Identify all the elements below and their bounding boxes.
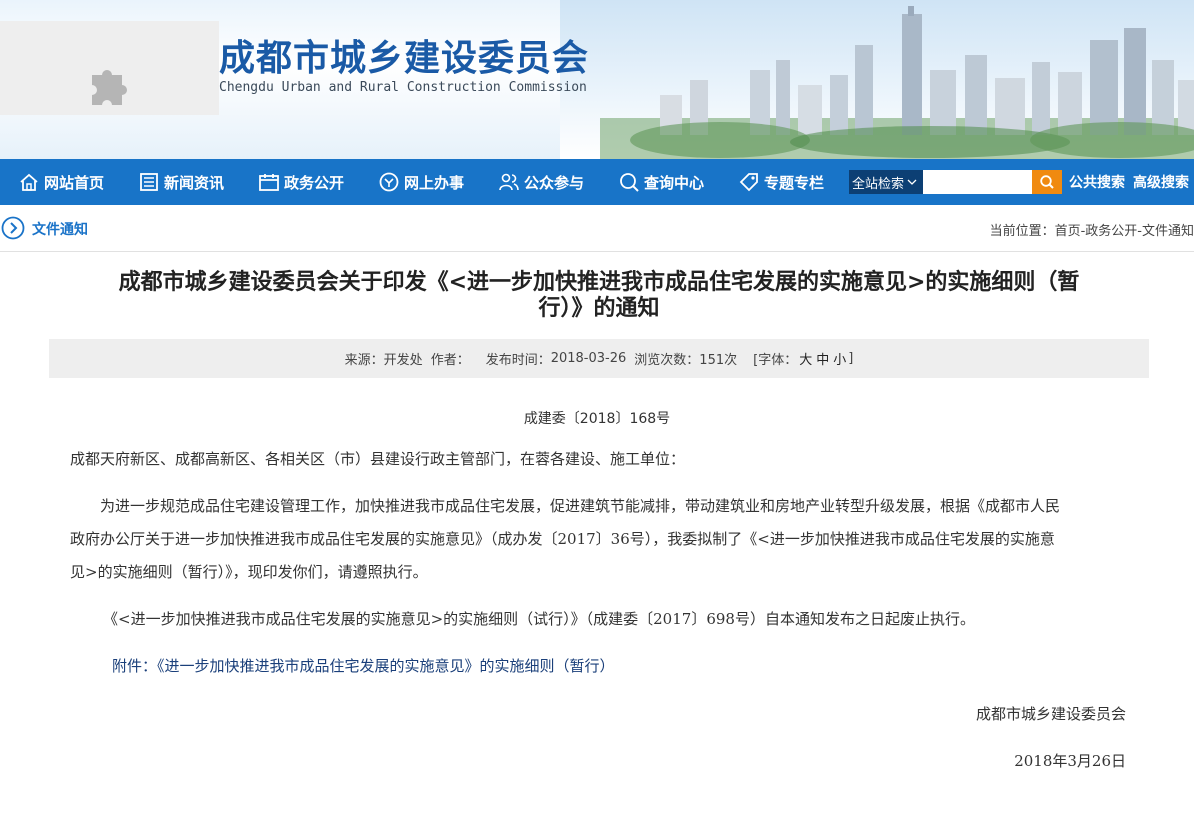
site-subtitle: Chengdu Urban and Rural Construction Com… (219, 80, 587, 95)
view-count: 151次 (699, 353, 738, 368)
search-icon (620, 173, 639, 192)
nav-item-home[interactable]: 网站首页 (18, 159, 104, 205)
body-paragraph: 为进一步规范成品住宅建设管理工作，加快推进我市成品住宅发展，促进建筑节能减排，带… (70, 490, 1128, 589)
signature-date: 2018年3月26日 (1014, 752, 1126, 770)
nav-item-query-center[interactable]: 查询中心 (618, 159, 704, 205)
nav-item-label: 专题专栏 (764, 173, 825, 192)
home-icon (20, 173, 38, 191)
body-paragraph: 《<进一步加快推进我市成品住宅发展的实施意见>的实施细则（试行）》（成建委〔20… (103, 610, 975, 628)
signature: 成都市城乡建设委员会 (975, 705, 1126, 723)
nav-item-label: 查询中心 (644, 173, 705, 192)
nav-item-label: 政务公开 (284, 173, 345, 192)
font-size-medium-button[interactable]: 中 (814, 349, 831, 368)
calendar-icon (259, 174, 279, 191)
search-icon (1040, 175, 1054, 189)
source-label: 来源： (344, 353, 384, 368)
nav-item-gov-affairs[interactable]: 政务公开 (258, 159, 344, 205)
views-label: 浏览次数： (634, 353, 700, 368)
people-icon (499, 173, 519, 191)
tag-icon (739, 173, 758, 192)
breadcrumb-prefix: 当前位置： (989, 224, 1055, 239)
article-title: 成都市城乡建设委员会关于印发《<进一步加快推进我市成品住宅发展的实施意见>的实施… (60, 270, 1138, 322)
paragraph-line: 见>的实施细则（暂行）》，现印发你们，请遵照执行。 (70, 563, 428, 581)
service-icon (379, 172, 399, 192)
site-title: 成都市城乡建设委员会 (219, 37, 590, 79)
author-label: 作者： (430, 353, 470, 368)
breadcrumb: 当前位置：首页-政务公开-文件通知 (990, 220, 1194, 239)
site-banner: 成都市城乡建设委员会 Chengdu Urban and Rural Const… (0, 0, 1194, 159)
logo-placeholder[interactable] (0, 21, 219, 115)
attachment-link[interactable]: 附件：《进一步加快推进我市成品住宅发展的实施意见》的实施细则（暂行） (112, 655, 615, 676)
font-size-small-button[interactable]: 小 (831, 349, 848, 368)
document-number: 成建委〔2018〕168号 (523, 411, 671, 427)
breadcrumb-notice-link[interactable]: -文件通知 (1137, 224, 1194, 239)
date-label: 发布时间： (485, 353, 551, 368)
paragraph-line: 为进一步规范成品住宅建设管理工作，加快推进我市成品住宅发展，促进建筑节能减排，带… (100, 497, 1061, 515)
breadcrumb-home-link[interactable]: 首页 (1055, 224, 1081, 239)
section-title: 文件通知 (32, 222, 88, 238)
article-title-line: 成都市城乡建设委员会关于印发《<进一步加快推进我市成品住宅发展的实施意见>的实施… (118, 270, 1080, 295)
salutation: 成都天府新区、成都高新区、各相关区（市）县建设行政主管部门，在蓉各建设、施工单位… (70, 450, 686, 468)
advanced-search-link[interactable]: 高级搜索 (1133, 159, 1189, 205)
source-value: 开发处 (383, 353, 423, 368)
nav-item-label: 网上办事 (404, 173, 465, 192)
nav-item-label: 公众参与 (524, 173, 585, 192)
article-meta: 来源： 开发处 作者： 发布时间： 2018-03-26 浏览次数： 151次 … (49, 339, 1149, 378)
article-title-line: 行）》的通知 (538, 296, 660, 321)
nav-item-label: 网站首页 (44, 173, 105, 192)
city-skyline-image (600, 6, 1194, 159)
nav-item-news[interactable]: 新闻资讯 (138, 159, 224, 205)
font-size-large-button[interactable]: 大 (797, 349, 814, 368)
publish-date: 2018-03-26 (550, 351, 627, 366)
breadcrumb-bar: 文件通知 当前位置：首页-政务公开-文件通知 (0, 205, 1194, 252)
news-icon (140, 173, 158, 191)
search-input[interactable] (923, 170, 1032, 194)
puzzle-icon (92, 70, 127, 105)
chevron-right-circle-icon (1, 216, 25, 240)
public-search-link[interactable]: 公共搜索 (1069, 159, 1125, 205)
breadcrumb-gov-affairs-link[interactable]: -政务公开 (1081, 224, 1138, 239)
font-size-close: ] (848, 351, 854, 366)
nav-item-label: 新闻资讯 (164, 173, 225, 192)
nav-item-public-participation[interactable]: 公众参与 (498, 159, 584, 205)
paragraph-line: 政府办公厅关于进一步加快推进我市成品住宅发展的实施意见》（成办发〔2017〕36… (70, 530, 1055, 548)
chevron-down-icon (907, 179, 917, 185)
search-button[interactable] (1032, 170, 1062, 194)
nav-item-special-topics[interactable]: 专题专栏 (738, 159, 824, 205)
search-scope-label: 全站检索 (852, 176, 905, 192)
font-size-label: [字体： (753, 353, 798, 368)
nav-item-online-service[interactable]: 网上办事 (378, 159, 464, 205)
search-scope-select[interactable]: 全站检索 (849, 170, 923, 194)
